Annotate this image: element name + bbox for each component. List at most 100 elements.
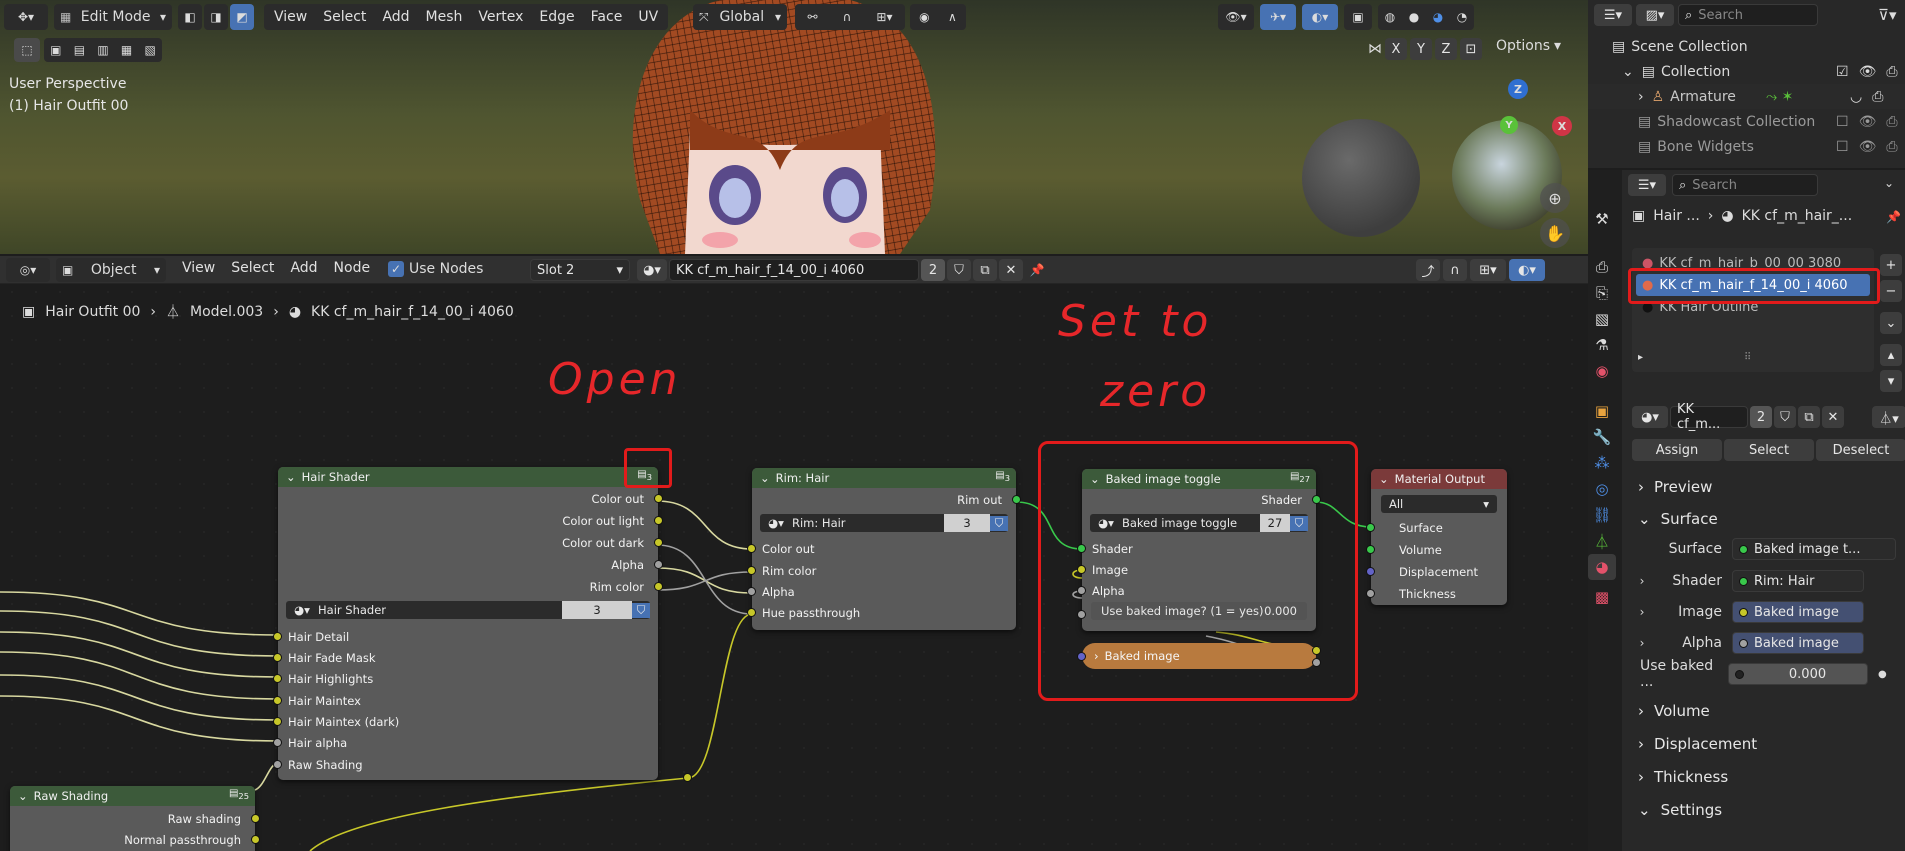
filter-icon[interactable]: ⊽▾ [1878,6,1897,24]
auto-merge-icon[interactable]: ⊡ [1460,38,1482,60]
collapse-chevron-icon[interactable]: ⌄ [1379,472,1389,486]
socket-thickness[interactable] [1366,589,1375,598]
output-tab-icon[interactable]: ⎘ [1588,280,1616,306]
pin-icon[interactable]: 📌 [1886,210,1901,224]
display-mode-icon[interactable]: ▨▾ [1636,4,1674,26]
socket-hair-maintex-dark[interactable] [273,717,282,726]
editor-type-icon[interactable]: ☰▾ [1594,4,1632,26]
gizmo-x-axis[interactable]: X [1552,116,1572,136]
menu-vertex[interactable]: Vertex [470,9,531,25]
edge-select-icon[interactable]: ◨ [204,4,228,30]
chevron-right-icon[interactable]: › [1632,636,1652,650]
visibility-icon[interactable]: 👁▾ [1218,4,1254,30]
alpha-link-field[interactable]: Baked image [1732,632,1864,654]
link-dropdown-icon[interactable]: ⏃▾ [1872,406,1905,428]
reroute-node[interactable] [683,773,692,782]
tool-tab-icon[interactable]: ⚒ [1588,206,1616,232]
deselect-button[interactable]: Deselect [1816,439,1905,461]
proportional-edit[interactable]: ◉ ∧ [910,4,966,30]
vertex-select-icon[interactable]: ◧ [178,4,202,30]
fake-user-shield-icon[interactable]: ⛉ [990,515,1008,531]
outliner-item-shadowcast-collection[interactable]: ▤ Shadowcast Collection ☐ 👁 ⎙ [1588,109,1905,134]
object-tab-icon[interactable]: ▣ [1588,398,1616,424]
material-output-node[interactable]: ⌄ Material Output All ▾ Surface Volume D… [1366,469,1507,605]
chevron-down-icon[interactable]: ⌄ [1622,64,1634,80]
section-preview[interactable]: › Preview [1632,472,1905,502]
unlink-x-icon[interactable]: ✕ [1822,406,1844,428]
socket-alpha[interactable] [747,587,756,596]
material-name-field[interactable]: KK cf_m... [1670,402,1748,432]
section-thickness[interactable]: › Thickness [1632,762,1905,792]
assign-button[interactable]: Assign [1632,439,1722,461]
socket-hair-detail[interactable] [273,632,282,641]
menu-mesh[interactable]: Mesh [418,9,471,25]
output-target-dropdown[interactable]: All ▾ [1381,495,1497,513]
shading-mode-group[interactable]: ◍ ● ◕ ◔ [1378,4,1474,30]
node-header[interactable]: ⌄ Material Output [1371,469,1507,489]
socket-hue-passthrough[interactable] [747,608,756,617]
move-down-icon[interactable]: ▾ [1880,370,1902,392]
socket-hair-highlights[interactable] [273,674,282,683]
socket-hair-maintex[interactable] [273,696,282,705]
chevron-right-icon[interactable]: › [1632,574,1652,588]
properties-editor[interactable]: ⚒ ⎙ ⎘ ▧ ⚗ ◉ ▣ 🔧 ⁂ ◎ ⛓ ⏃ ◕ ▩ ☰▾ ⌕ Search … [1588,170,1905,851]
camera-icon[interactable]: ⎙ [1872,89,1883,105]
outliner-search[interactable]: ⌕ Search [1678,4,1818,26]
section-settings[interactable]: ⌄ Settings [1632,795,1905,825]
menu-select[interactable]: Select [315,9,374,25]
socket-surface[interactable] [1366,523,1375,532]
section-volume[interactable]: › Volume [1632,696,1905,726]
editor-type-button[interactable]: ✥▾ [4,4,48,30]
menu-add[interactable]: Add [374,9,417,25]
outliner-item-scene-collection[interactable]: ▤ Scene Collection [1588,34,1905,59]
keyframe-dot-icon[interactable]: ● [1878,669,1887,680]
node-group-datablock[interactable]: ◕▾ Rim: Hair 3 ⛉ [760,514,1008,532]
rim-hair-node[interactable]: ⌄ Rim: Hair ▤3 Rim out ◕▾ Rim: Hair 3 ⛉ … [747,468,1021,630]
surface-shader-field[interactable]: Baked image t... [1732,538,1896,560]
material-tab-icon[interactable]: ◕ [1588,554,1616,580]
chevron-right-icon[interactable]: › [1632,605,1652,619]
checkbox-icon[interactable]: ☐ [1836,114,1849,130]
zoom-icon[interactable]: ⊕ [1540,183,1570,213]
eye-icon[interactable]: 👁 [1859,139,1877,155]
menu-face[interactable]: Face [583,9,631,25]
resize-handle-icon[interactable]: ⠿ [1744,352,1751,363]
view-layer-tab-icon[interactable]: ▧ [1588,306,1616,332]
data-tab-icon[interactable]: ⏃ [1588,528,1616,554]
xray-icon[interactable]: ▣ [1344,4,1372,30]
socket-color-out-dark[interactable] [654,538,663,547]
node-header[interactable]: ⌄ Raw Shading ▤25 [10,786,255,806]
socket-hair-alpha[interactable] [273,738,282,747]
hair-shader-node[interactable]: ⌄ Hair Shader ▤3 Color out Color out lig… [273,467,663,780]
eye-icon[interactable]: 👁 [1859,64,1877,80]
socket-hair-fade-mask[interactable] [273,653,282,662]
camera-icon[interactable]: ⎙ [1886,139,1897,155]
editor-type-icon[interactable]: ☰▾ [1628,174,1666,196]
physics-tab-icon[interactable]: ◎ [1588,476,1616,502]
slot-specials-icon[interactable]: ⌄ [1880,312,1902,334]
node-group-icon[interactable]: ▤25 [229,788,249,801]
eye-icon[interactable]: 👁 [1859,114,1877,130]
pan-hand-icon[interactable]: ✋ [1540,218,1570,248]
collapse-chevron-icon[interactable]: ⌄ [760,471,770,485]
snapping-controls[interactable]: ⚯ ∩ ⊞▾ [795,4,905,30]
properties-search[interactable]: ⌕ Search [1672,174,1818,196]
menu-uv[interactable]: UV [630,9,666,25]
socket-rim-color[interactable] [654,582,663,591]
select-box-icon[interactable]: ⬚ [14,38,40,62]
constraint-tab-icon[interactable]: ⛓ [1588,502,1616,528]
fake-user-shield-icon[interactable]: ⛉ [1774,406,1796,428]
remove-slot-icon[interactable]: − [1880,280,1902,302]
image-link-field[interactable]: Baked image [1732,601,1864,623]
checkbox-icon[interactable]: ☐ [1836,139,1849,155]
axis-x-button[interactable]: X [1385,38,1407,60]
duplicate-icon[interactable]: ⧉ [1798,406,1820,428]
world-tab-icon[interactable]: ◉ [1588,358,1616,384]
particles-tab-icon[interactable]: ⁂ [1588,450,1616,476]
node-header[interactable]: ⌄ Rim: Hair ▤3 [752,468,1016,488]
add-slot-icon[interactable]: + [1880,254,1902,276]
section-surface[interactable]: ⌄ Surface [1632,504,1905,534]
socket-raw-shading-out[interactable] [251,814,260,823]
socket-raw-shading[interactable] [273,760,282,769]
node-group-datablock[interactable]: ◕▾ Hair Shader 3 ⛉ [286,601,650,619]
